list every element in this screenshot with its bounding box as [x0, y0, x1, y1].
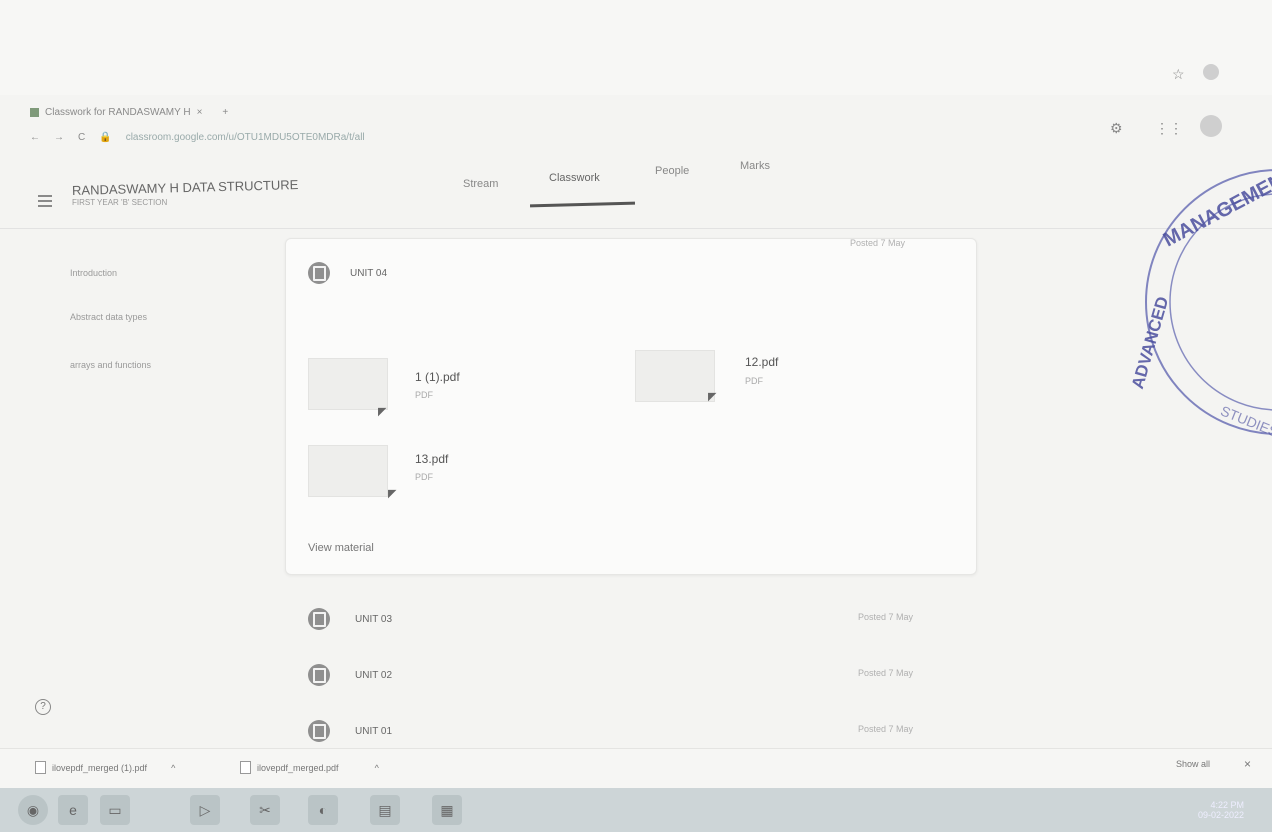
tab-stream[interactable]: Stream — [463, 178, 498, 190]
tab-people[interactable]: People — [655, 165, 689, 177]
url-field[interactable]: classroom.google.com/u/OTU1MDU5OTE0MDRa/… — [126, 132, 365, 143]
drive-file-icon: ◤ — [388, 488, 397, 500]
pdf-file-icon — [35, 761, 46, 774]
file-thumbnail[interactable] — [635, 350, 715, 402]
drive-file-icon: ◤ — [378, 406, 387, 418]
show-all-button[interactable]: Show all — [1176, 759, 1210, 769]
chevron-up-icon[interactable]: ^ — [375, 763, 379, 773]
course-title[interactable]: RANDASWAMY H DATA STRUCTURE — [72, 177, 299, 198]
system-clock[interactable]: 4:22 PM 09-02-2022 — [1198, 800, 1244, 820]
bookmark-star-icon[interactable]: ☆ — [1172, 66, 1185, 83]
stamp-text-bottom: STUDIES — [1218, 402, 1272, 440]
reload-icon[interactable]: C — [78, 132, 85, 143]
unit-02-posted: Posted 7 May — [858, 668, 914, 678]
start-button-icon[interactable]: ◉ — [18, 795, 48, 825]
download-filename: ilovepdf_merged.pdf — [257, 762, 339, 773]
material-icon — [308, 262, 330, 284]
address-bar: ← → C 🔒 classroom.google.com/u/OTU1MDU5O… — [30, 132, 365, 143]
drive-file-icon: ◤ — [708, 391, 717, 403]
download-item[interactable]: ilovepdf_merged (1).pdf ^ — [35, 761, 175, 774]
lock-icon: 🔒 — [99, 132, 112, 143]
tab-title: Classwork for RANDASWAMY H — [45, 107, 191, 118]
unit-03-title[interactable]: UNIT 03 — [355, 614, 392, 625]
header-divider — [0, 228, 1272, 229]
taskbar-app-icon[interactable]: ▤ — [370, 795, 400, 825]
download-item[interactable]: ilovepdf_merged.pdf ^ — [240, 761, 379, 774]
gear-icon[interactable]: ⚙ — [1110, 120, 1123, 137]
user-avatar[interactable] — [1200, 115, 1222, 137]
new-tab-icon[interactable]: + — [222, 107, 228, 118]
screen-top-area — [0, 0, 1272, 95]
file-thumbnail[interactable] — [308, 445, 388, 497]
chrome-icon[interactable]: ◐ — [308, 795, 338, 825]
file-name[interactable]: 1 (1).pdf — [415, 370, 460, 384]
institution-stamp: MANAGEMENT ADVANCED STUDIES — [1128, 164, 1272, 440]
download-filename: ilovepdf_merged (1).pdf — [52, 762, 148, 773]
snipping-tool-icon[interactable]: ✂ — [250, 795, 280, 825]
material-icon — [308, 608, 330, 630]
pdf-file-icon — [240, 761, 251, 774]
taskbar: ◉ e ▭ ▷ ✂ ◐ ▤ ▦ 4:22 PM 09-02-2022 — [0, 788, 1272, 832]
unit-04-posted: Posted 7 May — [850, 238, 906, 248]
unit-02-title[interactable]: UNIT 02 — [355, 670, 392, 681]
close-downloads-icon[interactable]: × — [1244, 757, 1251, 771]
taskbar-window-icon[interactable]: ▦ — [432, 795, 462, 825]
chevron-up-icon[interactable]: ^ — [171, 763, 175, 773]
sidebar-item-arrays-functions[interactable]: arrays and functions — [70, 360, 151, 370]
sidebar-item-abstract-data-types[interactable]: Abstract data types — [70, 312, 147, 322]
file-explorer-icon[interactable]: ▭ — [100, 795, 130, 825]
browser-chrome: Classwork for RANDASWAMY H × + ← → C 🔒 c… — [0, 95, 1110, 155]
active-tab-indicator — [529, 201, 636, 208]
internet-explorer-icon[interactable]: e — [58, 795, 88, 825]
file-name[interactable]: 12.pdf — [745, 355, 778, 369]
stamp-text-left: ADVANCED — [1128, 294, 1172, 391]
file-type: PDF — [415, 472, 433, 482]
material-icon — [308, 664, 330, 686]
file-type: PDF — [745, 376, 763, 386]
course-subtitle: FIRST YEAR 'B' SECTION — [72, 198, 168, 207]
unit-04-title[interactable]: UNIT 04 — [350, 268, 387, 279]
tab-close-icon[interactable]: × — [197, 107, 203, 118]
file-type: PDF — [415, 390, 433, 400]
tab-classwork[interactable]: Classwork — [549, 172, 600, 184]
unit-04-card — [285, 238, 977, 575]
downloads-bar: ilovepdf_merged (1).pdf ^ ilovepdf_merge… — [0, 748, 1272, 789]
material-icon — [308, 720, 330, 742]
file-name[interactable]: 13.pdf — [415, 452, 448, 466]
unit-01-title[interactable]: UNIT 01 — [355, 726, 392, 737]
stamp-text-top: MANAGEMENT — [1160, 164, 1272, 252]
media-player-icon[interactable]: ▷ — [190, 795, 220, 825]
apps-grid-icon[interactable]: ⋮⋮ — [1155, 120, 1183, 137]
clock-date: 09-02-2022 — [1197, 810, 1244, 820]
file-thumbnail[interactable] — [308, 358, 388, 410]
unit-03-posted: Posted 7 May — [858, 612, 914, 622]
back-icon[interactable]: ← — [30, 132, 40, 143]
profile-avatar[interactable] — [1203, 64, 1219, 80]
classroom-favicon-icon — [30, 108, 39, 117]
sidebar-item-introduction[interactable]: Introduction — [70, 268, 117, 278]
view-material-link[interactable]: View material — [308, 542, 374, 554]
unit-01-posted: Posted 7 May — [858, 724, 914, 734]
browser-tab[interactable]: Classwork for RANDASWAMY H × + — [30, 107, 228, 118]
help-icon[interactable]: ? — [35, 699, 51, 715]
forward-icon[interactable]: → — [54, 132, 64, 143]
menu-icon[interactable] — [38, 195, 52, 207]
tab-marks[interactable]: Marks — [740, 160, 770, 172]
clock-time: 4:22 PM — [1210, 800, 1244, 810]
